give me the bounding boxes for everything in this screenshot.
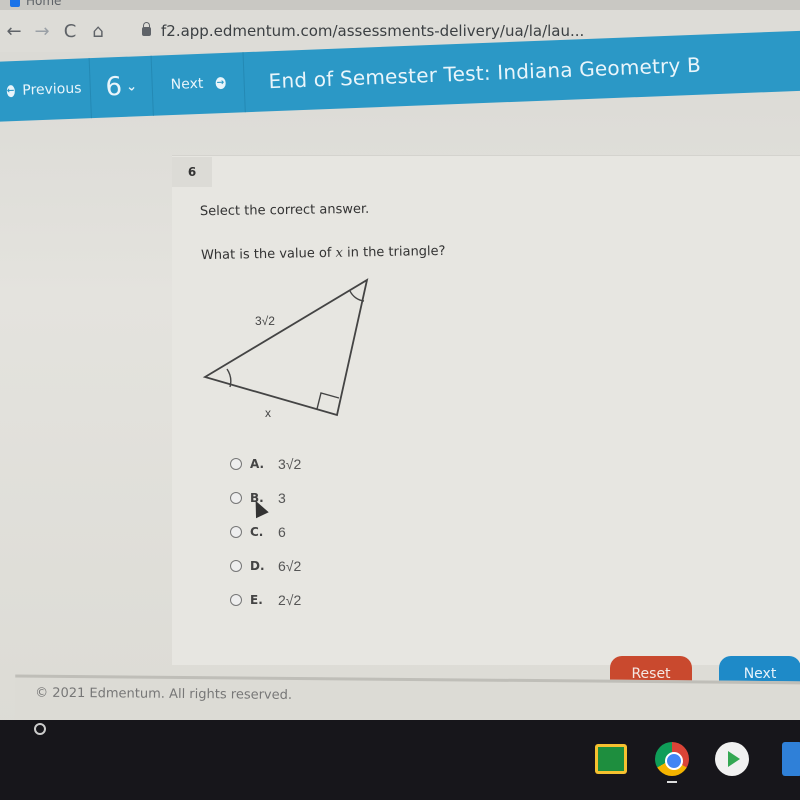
instruction-text: Select the correct answer. <box>199 201 370 220</box>
arrow-left-circle-icon: ← <box>6 85 15 98</box>
choice-letter: A. <box>250 457 265 471</box>
radio-button[interactable] <box>230 594 242 606</box>
radio-button[interactable] <box>230 492 242 504</box>
prompt-text-end: in the triangle? <box>342 243 446 261</box>
question-number: 6 <box>104 71 123 103</box>
url-text: f2.app.edmentum.com/assessments-delivery… <box>161 22 585 40</box>
reload-icon[interactable]: C <box>56 21 84 42</box>
question-number-badge: 6 <box>172 157 212 187</box>
hypotenuse-label: 3√2 <box>255 314 275 328</box>
choice-letter: C. <box>250 525 264 539</box>
tab-favicon-icon <box>10 0 20 7</box>
radio-button[interactable] <box>230 526 242 538</box>
tab-label: Home <box>26 0 62 8</box>
choice-e[interactable]: E. 2√2 <box>230 583 301 617</box>
choice-d[interactable]: D. 6√2 <box>230 549 301 583</box>
triangle-outline <box>202 278 369 417</box>
copyright-text: © 2021 Edmentum. All rights reserved. <box>35 685 293 703</box>
radio-button[interactable] <box>230 458 242 470</box>
home-icon[interactable]: ⌂ <box>84 21 112 42</box>
previous-button[interactable]: ← Previous <box>0 58 92 122</box>
play-store-icon[interactable] <box>715 742 749 776</box>
forward-arrow-icon[interactable]: → <box>28 21 56 42</box>
previous-label: Previous <box>22 80 82 99</box>
choice-a[interactable]: A. 3√2 <box>230 447 301 481</box>
files-icon[interactable] <box>782 742 800 776</box>
base-label: x <box>265 406 271 420</box>
choice-letter: D. <box>250 559 265 573</box>
radio-button[interactable] <box>230 560 242 572</box>
right-angle-mark <box>316 392 340 410</box>
tab-strip: Home <box>0 0 800 10</box>
chevron-down-icon: ⌄ <box>125 78 138 95</box>
launcher-icon[interactable] <box>34 723 46 735</box>
choice-value: 6 <box>278 524 286 540</box>
next-label: Next <box>170 75 204 94</box>
back-arrow-icon[interactable]: ← <box>0 21 28 42</box>
triangle-figure: 3√2 x <box>202 278 369 420</box>
running-indicator <box>667 781 677 783</box>
choice-value: 3 <box>278 490 286 506</box>
lock-icon <box>142 21 151 36</box>
browser-tab[interactable]: Home <box>10 0 61 8</box>
screen: Home ← → C ⌂ f2.app.edmentum.com/assessm… <box>0 0 800 740</box>
chrome-icon[interactable] <box>655 742 689 776</box>
header-next-button[interactable]: Next → <box>151 52 246 116</box>
address-bar[interactable]: f2.app.edmentum.com/assessments-delivery… <box>142 21 585 40</box>
choice-value: 2√2 <box>278 592 302 608</box>
choice-c[interactable]: C. 6 <box>230 515 301 549</box>
prompt-text-start: What is the value of <box>200 245 336 264</box>
choice-value: 3√2 <box>278 456 302 472</box>
choice-letter: E. <box>250 593 263 607</box>
choice-value: 6√2 <box>278 558 302 574</box>
test-title: End of Semester Test: Indiana Geometry B <box>268 52 702 94</box>
arrow-right-circle-icon: → <box>215 76 226 90</box>
question-selector-dropdown[interactable]: 6 ⌄ <box>89 55 154 119</box>
answer-choices: A. 3√2 B. 3 C. 6 D. 6√2 E. 2√2 <box>230 447 301 617</box>
google-classroom-icon[interactable] <box>595 744 627 774</box>
